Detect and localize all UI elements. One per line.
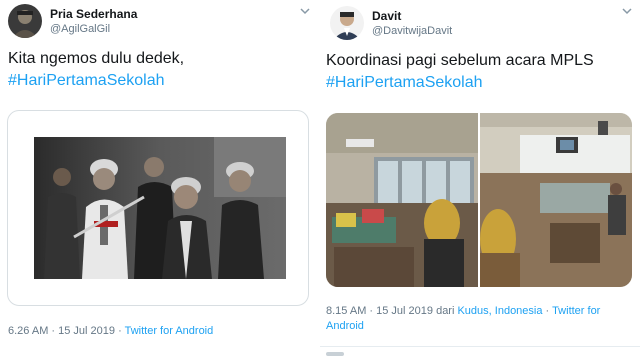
avatar[interactable] xyxy=(330,6,364,40)
group-selfie-photo-icon[interactable] xyxy=(34,137,286,279)
hashtag-link[interactable]: #HariPertamaSekolah xyxy=(326,72,632,94)
tweet-body: Kita ngemos dulu dedek, xyxy=(8,50,185,67)
tweet-text: Kita ngemos dulu dedek, #HariPertamaSeko… xyxy=(8,48,308,92)
tweet-meta: 6.26 AM · 15 Jul 2019 · Twitter for Andr… xyxy=(8,324,308,339)
location-link[interactable]: Kudus, Indonesia xyxy=(457,305,542,317)
tweet-body: Koordinasi pagi sebelum acara MPLS xyxy=(326,52,594,69)
meta-separator: · xyxy=(542,305,553,317)
user-name[interactable]: Pria Sederhana xyxy=(50,7,137,21)
timestamp[interactable]: 8.15 AM · 15 Jul 2019 dari xyxy=(326,305,457,317)
user-name[interactable]: Davit xyxy=(372,9,401,23)
tweet-text: Koordinasi pagi sebelum acara MPLS #Hari… xyxy=(326,50,632,94)
avatar[interactable] xyxy=(8,4,42,38)
classroom-photo-icon[interactable] xyxy=(480,113,632,287)
tweet-card: Pria Sederhana @AgilGalGil Kita ngemos d… xyxy=(0,0,320,360)
avatar-photo-icon xyxy=(330,6,364,40)
hashtag-link[interactable]: #HariPertamaSekolah xyxy=(8,70,308,92)
next-tweet-peek xyxy=(326,352,344,356)
media-card[interactable] xyxy=(7,110,309,306)
user-handle[interactable]: @DavitwijaDavit xyxy=(372,25,452,37)
user-handle[interactable]: @AgilGalGil xyxy=(50,23,110,35)
divider xyxy=(320,346,640,347)
chevron-down-icon[interactable] xyxy=(300,6,310,18)
timestamp[interactable]: 6.26 AM · 15 Jul 2019 · xyxy=(8,325,125,337)
tweet-meta: 8.15 AM · 15 Jul 2019 dari Kudus, Indone… xyxy=(326,304,632,334)
chevron-down-icon[interactable] xyxy=(622,6,632,18)
classroom-photo-icon[interactable] xyxy=(326,113,478,287)
source-link[interactable]: Twitter for Android xyxy=(125,325,214,337)
avatar-photo-icon xyxy=(8,4,42,38)
media-grid xyxy=(326,113,632,287)
tweet-card: Davit @DavitwijaDavit Koordinasi pagi se… xyxy=(320,0,640,360)
